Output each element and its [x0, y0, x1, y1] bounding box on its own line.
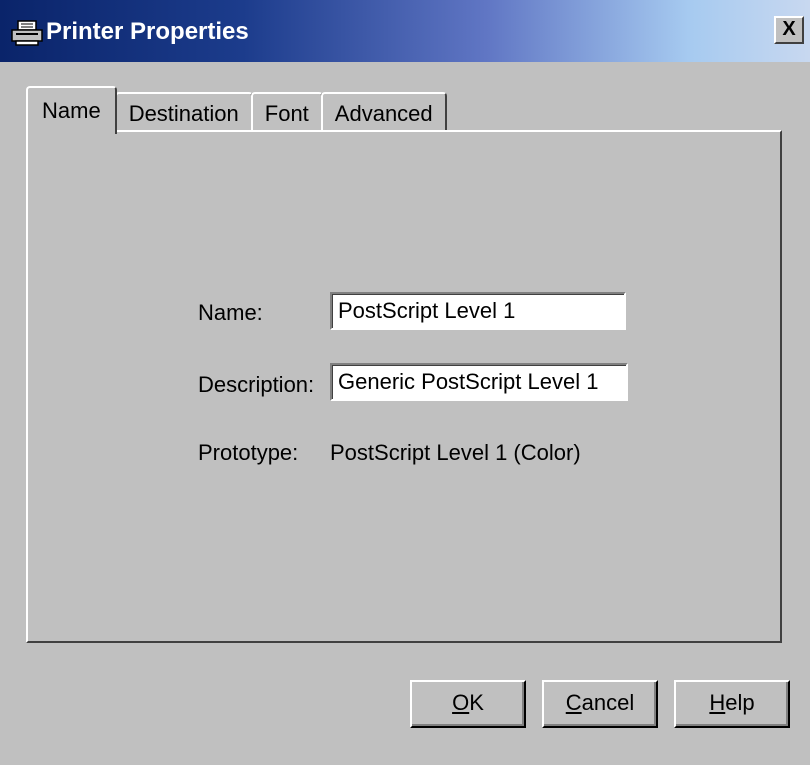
help-button[interactable]: Help: [674, 680, 790, 728]
tab-advanced[interactable]: Advanced: [320, 92, 447, 132]
tab-strip: Name Destination Font Advanced: [26, 86, 447, 134]
printer-properties-dialog: Printer Properties X Name Destination Fo…: [0, 0, 810, 765]
cancel-mnemonic: C: [565, 690, 582, 715]
description-label: Description:: [198, 372, 315, 397]
ok-button[interactable]: OK: [410, 680, 526, 728]
prototype-label: Prototype:: [198, 440, 299, 465]
ok-label-rest: K: [469, 690, 484, 715]
help-label-rest: elp: [725, 690, 755, 715]
tab-name[interactable]: Name: [26, 86, 117, 134]
help-mnemonic: H: [709, 690, 726, 715]
title-bar[interactable]: Printer Properties X: [0, 0, 810, 62]
ok-mnemonic: O: [452, 690, 470, 715]
cancel-button[interactable]: Cancel: [542, 680, 658, 728]
name-tab-panel: Name: Description: Prototype: PostScript…: [26, 130, 782, 643]
name-input[interactable]: [330, 292, 626, 330]
tab-font[interactable]: Font: [250, 92, 323, 132]
printer-icon: [11, 20, 43, 46]
window-title: Printer Properties: [46, 18, 249, 45]
description-input[interactable]: [330, 363, 628, 401]
cancel-label-rest: ancel: [581, 690, 635, 715]
name-label: Name:: [198, 300, 263, 325]
prototype-value: PostScript Level 1 (Color): [330, 440, 581, 465]
close-button[interactable]: X: [774, 16, 804, 44]
tab-destination[interactable]: Destination: [114, 92, 253, 132]
